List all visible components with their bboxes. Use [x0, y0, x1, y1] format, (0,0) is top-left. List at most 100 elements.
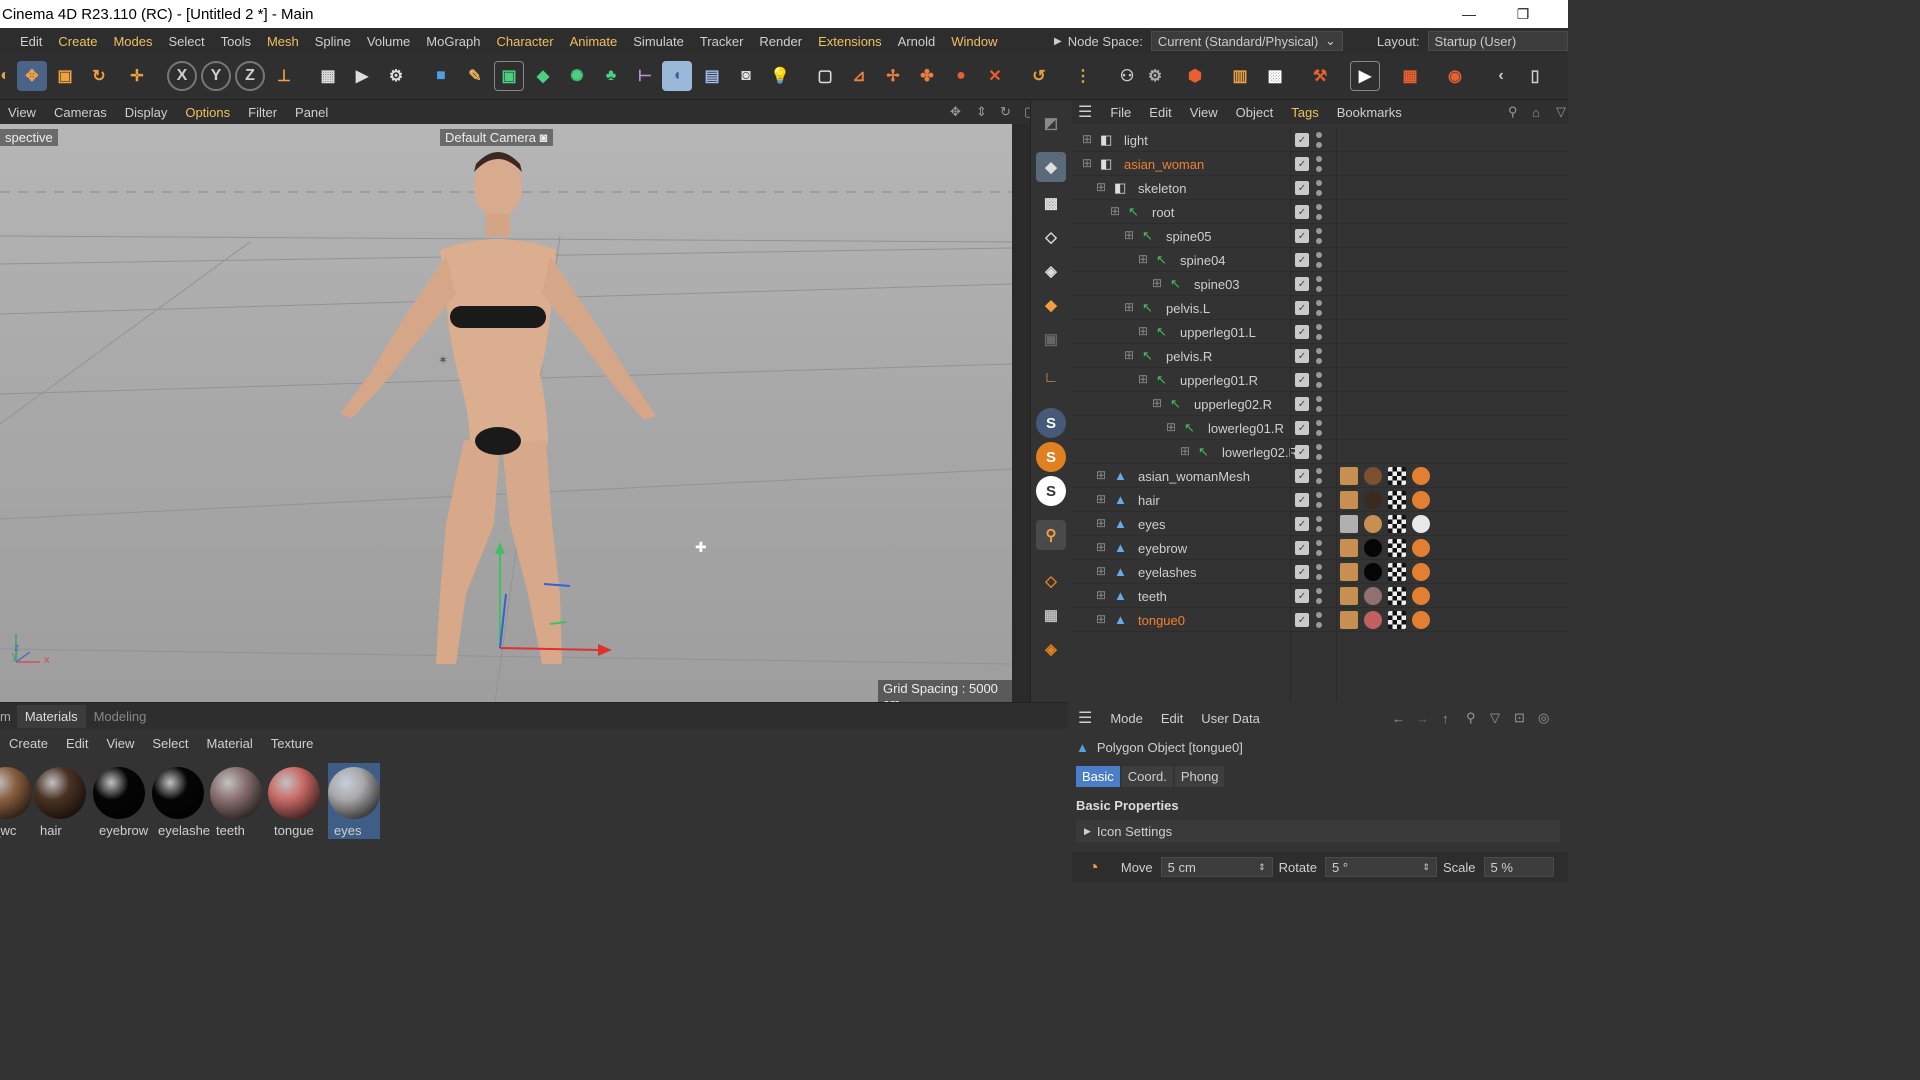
om-menu-view[interactable]: View — [1190, 105, 1218, 120]
visibility-dots-icon[interactable] — [1316, 132, 1322, 148]
menu-animate[interactable]: Animate — [570, 34, 618, 49]
visibility-dots-icon[interactable] — [1316, 300, 1322, 316]
object-mode-icon[interactable]: ◆ — [1036, 152, 1066, 182]
x-axis-lock-button[interactable]: X — [167, 61, 197, 91]
visibility-check-icon[interactable]: ✓ — [1295, 253, 1309, 267]
visibility-check-icon[interactable]: ✓ — [1295, 589, 1309, 603]
visibility-check-icon[interactable]: ✓ — [1295, 277, 1309, 291]
object-row[interactable]: ⊞ ▲ eyes ✓ — [1072, 512, 1568, 536]
object-tag-icon[interactable] — [1364, 611, 1382, 629]
hamburger-icon[interactable]: ☰ — [1078, 708, 1092, 728]
object-row[interactable]: ⊞ ▲ eyebrow ✓ — [1072, 536, 1568, 560]
expand-toggle-icon[interactable]: ⊞ — [1110, 204, 1120, 218]
timeline-window-icon[interactable]: ▦ — [1395, 61, 1425, 91]
visibility-dots-icon[interactable] — [1316, 540, 1322, 556]
menu-character[interactable]: Character — [496, 34, 553, 49]
point-icon[interactable]: ● — [946, 61, 976, 91]
layout-dropdown[interactable]: Startup (User) — [1427, 31, 1568, 51]
expand-toggle-icon[interactable]: ⊞ — [1096, 540, 1106, 554]
object-tag-icon[interactable] — [1364, 563, 1382, 581]
object-row[interactable]: ⊞ ◧ light ✓ — [1072, 128, 1568, 152]
coordinate-system-icon[interactable]: ⊥ — [269, 61, 299, 91]
visibility-check-icon[interactable]: ✓ — [1295, 349, 1309, 363]
attr-menu-user-data[interactable]: User Data — [1201, 711, 1260, 726]
search-icon[interactable]: ⚲ — [1508, 104, 1518, 120]
transform-tool-icon[interactable]: ✛ — [122, 61, 152, 91]
material-swatch[interactable] — [268, 767, 320, 819]
om-menu-edit[interactable]: Edit — [1149, 105, 1171, 120]
camera-label[interactable]: Default Camera ◙ — [440, 129, 553, 146]
solo-off-icon[interactable]: S — [1036, 476, 1066, 506]
field-icon[interactable]: ⊢ — [630, 61, 660, 91]
rotate-tool-icon[interactable]: ↻ — [84, 61, 114, 91]
pen-icon[interactable]: ✎ — [460, 61, 490, 91]
expand-toggle-icon[interactable]: ⊞ — [1166, 420, 1176, 434]
home-icon[interactable]: ⌂ — [1532, 105, 1540, 120]
visibility-check-icon[interactable]: ✓ — [1295, 445, 1309, 459]
material-swatch[interactable] — [93, 767, 145, 819]
polygons-mode-icon[interactable]: ◆ — [1036, 290, 1066, 320]
visibility-dots-icon[interactable] — [1316, 204, 1322, 220]
expand-toggle-icon[interactable]: ⊞ — [1180, 444, 1190, 458]
edges-mode-icon[interactable]: ◈ — [1036, 256, 1066, 286]
material-item[interactable]: teeth — [210, 703, 266, 843]
menu-mesh[interactable]: Mesh — [267, 34, 299, 49]
expand-toggle-icon[interactable]: ⊞ — [1082, 132, 1092, 146]
object-row[interactable]: ⊞ ↖ lowerleg02.R ✓ — [1072, 440, 1568, 464]
expand-toggle-icon[interactable]: ⊞ — [1096, 492, 1106, 506]
menu-spline[interactable]: Spline — [315, 34, 351, 49]
object-row[interactable]: ⊞ ↖ lowerleg01.R ✓ — [1072, 416, 1568, 440]
object-tag-icon[interactable] — [1388, 611, 1406, 629]
visibility-dots-icon[interactable] — [1316, 468, 1322, 484]
visibility-dots-icon[interactable] — [1316, 348, 1322, 364]
menu-mograph[interactable]: MoGraph — [426, 34, 480, 49]
scale-tool-icon[interactable]: ▣ — [50, 61, 80, 91]
object-tag-icon[interactable] — [1388, 491, 1406, 509]
object-tag-icon[interactable] — [1388, 587, 1406, 605]
visibility-dots-icon[interactable] — [1316, 252, 1322, 268]
visibility-check-icon[interactable]: ✓ — [1295, 493, 1309, 507]
visibility-check-icon[interactable]: ✓ — [1295, 325, 1309, 339]
hamburger-icon[interactable]: ☰ — [1078, 102, 1092, 122]
tab-phong[interactable]: Phong — [1174, 766, 1225, 787]
axis-icon[interactable]: ⊿ — [844, 61, 874, 91]
expand-toggle-icon[interactable]: ⊞ — [1138, 372, 1148, 386]
object-tag-icon[interactable] — [1412, 491, 1430, 509]
filter-icon[interactable]: ▽ — [1556, 104, 1566, 120]
visibility-check-icon[interactable]: ✓ — [1295, 613, 1309, 627]
object-tag-icon[interactable] — [1364, 491, 1382, 509]
object-tag-icon[interactable] — [1412, 611, 1430, 629]
object-tag-icon[interactable] — [1388, 515, 1406, 533]
visibility-dots-icon[interactable] — [1316, 588, 1322, 604]
menu-arnold[interactable]: Arnold — [898, 34, 936, 49]
checker-icon[interactable]: ▩ — [1260, 61, 1290, 91]
object-tag-icon[interactable] — [1388, 563, 1406, 581]
menu-tracker[interactable]: Tracker — [700, 34, 744, 49]
visibility-check-icon[interactable]: ✓ — [1295, 157, 1309, 171]
visibility-dots-icon[interactable] — [1316, 228, 1322, 244]
expand-toggle-icon[interactable]: ⊞ — [1096, 516, 1106, 530]
page-icon[interactable]: ▯ — [1520, 61, 1550, 91]
viewport-menu-display[interactable]: Display — [125, 105, 168, 120]
material-item[interactable]: tongue — [268, 703, 324, 843]
paint-icon[interactable]: ↺ — [1024, 61, 1054, 91]
deformer-icon[interactable]: ♣ — [596, 61, 626, 91]
render-view-icon[interactable]: ▶ — [347, 61, 377, 91]
node-space-dropdown[interactable]: Current (Standard/Physical) ⌄ — [1150, 31, 1343, 51]
visibility-dots-icon[interactable] — [1316, 324, 1322, 340]
material-swatch[interactable] — [328, 767, 380, 819]
visibility-dots-icon[interactable] — [1316, 516, 1322, 532]
material-item[interactable]: hair — [34, 703, 90, 843]
icon-settings-group[interactable]: ▶ Icon Settings — [1076, 820, 1560, 842]
material-swatch[interactable] — [210, 767, 262, 819]
viewport-menu-filter[interactable]: Filter — [248, 105, 277, 120]
light-icon[interactable]: 💡 — [765, 61, 795, 91]
render-queue-icon[interactable]: ▶ — [1350, 61, 1380, 91]
object-row[interactable]: ⊞ ↖ pelvis.R ✓ — [1072, 344, 1568, 368]
visibility-check-icon[interactable]: ✓ — [1295, 421, 1309, 435]
clapper-icon[interactable]: ▦ — [313, 61, 343, 91]
object-tag-icon[interactable] — [1340, 611, 1358, 629]
visibility-check-icon[interactable]: ✓ — [1295, 373, 1309, 387]
back-arrow-icon[interactable]: ‹ — [1486, 61, 1516, 91]
texture-mode-icon[interactable]: ▩ — [1036, 188, 1066, 218]
